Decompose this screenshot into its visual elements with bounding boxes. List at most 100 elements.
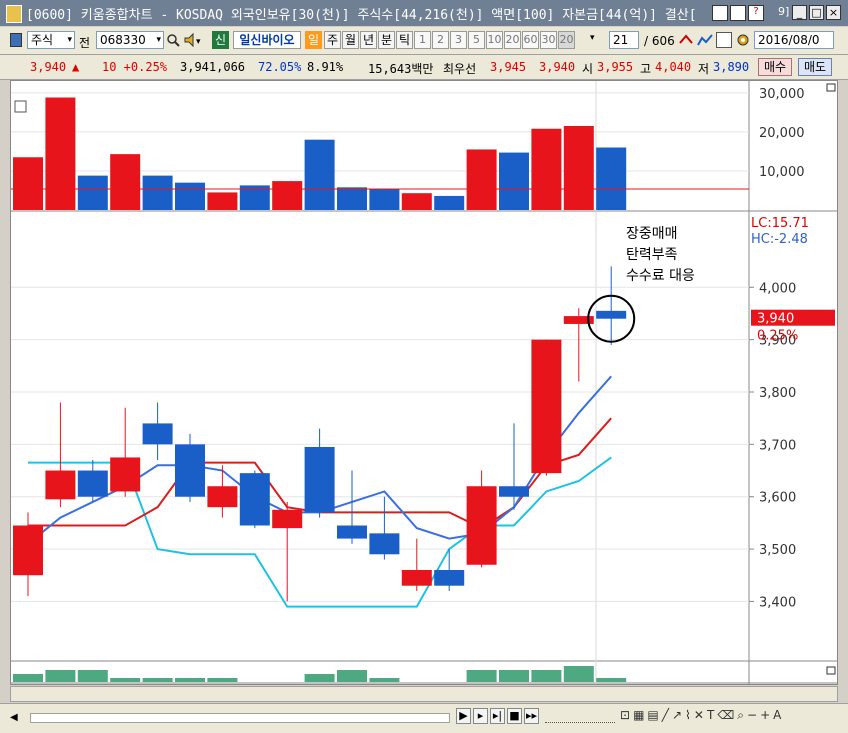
count-input[interactable]: 21: [609, 31, 639, 49]
candle-body: [499, 486, 529, 497]
high-label: 고: [640, 62, 652, 76]
tick-button[interactable]: 30: [540, 31, 557, 49]
speed-slider[interactable]: [545, 712, 615, 723]
table-icon[interactable]: ▤: [647, 708, 658, 723]
tick-button[interactable]: 1: [414, 31, 431, 49]
tick-button[interactable]: 3: [450, 31, 467, 49]
market-select[interactable]: 주식 ▾: [27, 31, 75, 49]
stop-icon[interactable]: ■: [507, 708, 522, 724]
line-chart-icon[interactable]: [697, 32, 713, 48]
indicator-bar: [110, 678, 141, 682]
zoom-in-icon[interactable]: +: [760, 708, 770, 723]
indicator-bar: [207, 678, 238, 682]
dropdown-arrow-icon: ▾: [156, 35, 161, 45]
volume-bar: [304, 139, 335, 210]
indicator-bar: [466, 670, 497, 682]
tick-dropdown-arrow-icon[interactable]: ▾: [590, 33, 595, 43]
indicator-bar: [142, 678, 173, 682]
scroll-right-icon[interactable]: ▶: [456, 708, 471, 724]
font-size-icon[interactable]: A: [773, 708, 781, 723]
print-icon[interactable]: [730, 5, 746, 21]
pane-close-icon: [826, 83, 836, 92]
candle-body: [434, 570, 465, 586]
line-tool-icon[interactable]: ╱: [662, 708, 669, 723]
zoom-out-icon[interactable]: −: [747, 708, 757, 723]
toolbar: 주식 ▾ 전 068330 ▾ ▾ 신 일신바이오 일 주 월 년 분 틱 1 2 …: [0, 27, 848, 55]
candle-body: [369, 533, 400, 555]
text-tool-icon[interactable]: T: [707, 708, 714, 723]
code-input[interactable]: 068330 ▾: [96, 31, 164, 49]
tick-button[interactable]: 20: [504, 31, 521, 49]
hc-label: HC:-2.48: [751, 232, 808, 247]
tick-button[interactable]: 20: [558, 31, 575, 49]
play-icon[interactable]: ▸: [473, 708, 488, 724]
settings-box-icon[interactable]: [716, 32, 732, 48]
candle-body: [596, 310, 627, 319]
zoom-box-icon[interactable]: ⊡: [620, 708, 630, 723]
fast-forward-icon[interactable]: ▸▸: [524, 708, 539, 724]
title-tail: 9]: [778, 5, 790, 18]
app-icon[interactable]: [6, 5, 22, 23]
candle-body: [110, 457, 141, 492]
candle-body: [45, 470, 76, 500]
speaker-icon[interactable]: ▾: [183, 32, 207, 48]
lc-label: LC:15.71: [751, 216, 809, 231]
volume-bar: [499, 152, 529, 210]
zigzag-icon[interactable]: ⌇: [685, 708, 691, 723]
open-price: 3,955: [597, 60, 634, 74]
price-tick-label: 3,600: [759, 491, 796, 506]
sell-button[interactable]: 매도: [798, 58, 832, 76]
price-change: 10 +0.25%: [102, 60, 168, 74]
gear-icon[interactable]: [735, 32, 751, 48]
low-label: 저: [698, 62, 710, 76]
chart-type-icon[interactable]: [10, 33, 22, 47]
volume-bar: [434, 195, 465, 210]
period-tab[interactable]: 주: [324, 31, 341, 49]
tick-button[interactable]: 5: [468, 31, 485, 49]
scroll-track[interactable]: [30, 713, 450, 723]
layout-icon[interactable]: [712, 5, 728, 21]
grid-icon[interactable]: ▦: [633, 708, 644, 723]
volume-bar: [466, 149, 497, 210]
period-day-tab[interactable]: 일: [305, 31, 322, 49]
volume-bar: [563, 126, 594, 210]
cross-icon[interactable]: ✕: [694, 708, 704, 723]
tick-buttons: 1 2 3 5 10 20 60 30 20: [414, 31, 575, 49]
volume-bar: [207, 192, 238, 210]
volume-bar: [337, 187, 367, 210]
drawing-tools: ⊡ ▦ ▤ ╱ ↗ ⌇ ✕ T ⌫ ⌕ − + A: [620, 708, 781, 723]
arrows-icon[interactable]: [678, 32, 694, 48]
price-chart[interactable]: 30,00020,00010,0004,0003,9003,8003,7003,…: [11, 81, 837, 684]
scroll-left-icon[interactable]: ◀: [10, 710, 24, 726]
current-price-label: 3,940: [757, 312, 794, 327]
tick-button[interactable]: 10: [486, 31, 503, 49]
volume-bar: [142, 175, 173, 210]
magnifier-icon[interactable]: ⌕: [737, 708, 744, 723]
horizontal-scrollbar[interactable]: [10, 686, 838, 702]
arrow-tool-icon[interactable]: ↗: [672, 708, 682, 723]
chart-area[interactable]: 30,000 20,000 10,000 4,000 3,900 3,800 3,700 3,…: [10, 80, 838, 700]
minimize-button[interactable]: _: [792, 5, 807, 20]
help-icon[interactable]: ?: [748, 5, 764, 21]
market-select-value: 주식: [31, 33, 54, 47]
close-button[interactable]: ×: [826, 5, 841, 20]
stock-name: 일신바이오: [233, 31, 301, 49]
up-arrow-icon: ▲: [72, 60, 80, 74]
step-icon[interactable]: ▸|: [490, 708, 505, 724]
date-input[interactable]: 2016/08/0: [754, 31, 834, 49]
tick-button[interactable]: 2: [432, 31, 449, 49]
volume-tick-label: 10,000: [759, 165, 805, 180]
search-icon[interactable]: [166, 32, 180, 48]
maximize-button[interactable]: □: [809, 5, 824, 20]
period-tab[interactable]: 틱: [396, 31, 413, 49]
indicator-bar: [563, 666, 594, 682]
new-badge: 신: [212, 31, 229, 49]
period-tab[interactable]: 분: [378, 31, 395, 49]
indicator-bar: [499, 670, 529, 682]
period-tab[interactable]: 년: [360, 31, 377, 49]
candle-body: [13, 525, 43, 576]
eraser-icon[interactable]: ⌫: [717, 708, 734, 723]
buy-button[interactable]: 매수: [758, 58, 792, 76]
period-tab[interactable]: 월: [342, 31, 359, 49]
tick-button[interactable]: 60: [522, 31, 539, 49]
